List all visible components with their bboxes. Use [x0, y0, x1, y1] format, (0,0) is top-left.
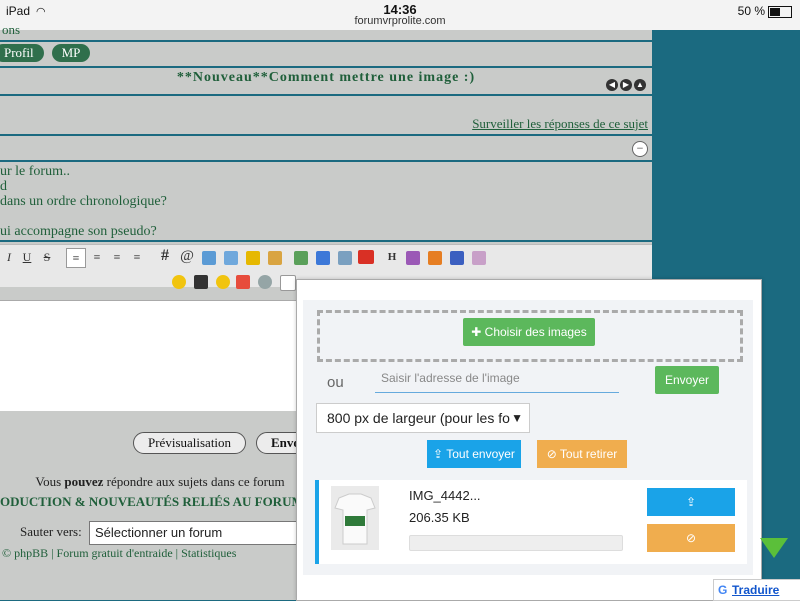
- file-item: IMG_4442... 206.35 KB ⇪ ⊘: [315, 480, 747, 564]
- clear-format-icon[interactable]: [472, 251, 486, 265]
- permission-info: Vous pouvez répondre aux sujets dans ce …: [35, 474, 285, 489]
- upload-file-button[interactable]: ⇪: [647, 488, 735, 516]
- profile-button[interactable]: Profil: [0, 44, 44, 62]
- font-size-icon[interactable]: [450, 251, 464, 265]
- heading-button[interactable]: H: [383, 248, 401, 266]
- divider: [0, 160, 652, 162]
- plus-icon: ✚: [471, 325, 485, 339]
- translate-button[interactable]: G Traduire: [713, 579, 800, 601]
- watch-topic-link[interactable]: Surveiller les réponses de ce sujet: [472, 116, 648, 132]
- size-select[interactable]: 800 px de largeur (pour les fo ▼: [316, 403, 530, 433]
- ban-icon: ⊘: [546, 447, 560, 461]
- upload-progress-bar: [409, 535, 623, 551]
- quote-icon[interactable]: [202, 251, 216, 265]
- italic-button[interactable]: I: [0, 248, 18, 266]
- upload-panel: ✚ Choisir des images ou Saisir l'adresse…: [303, 300, 753, 575]
- file-name: IMG_4442...: [409, 488, 481, 503]
- align-center-button[interactable]: ≡: [88, 248, 106, 266]
- prev-topic-icon[interactable]: ◀: [606, 79, 618, 91]
- calendar-icon[interactable]: [236, 275, 250, 289]
- flag-icon[interactable]: [194, 275, 208, 289]
- preview-button[interactable]: Prévisualisation: [133, 432, 247, 454]
- collapse-icon[interactable]: −: [632, 141, 648, 157]
- category-path[interactable]: ODUCTION & NOUVEAUTÉS RELIÉS AU FORUM :: [0, 494, 300, 510]
- cut-text: ons: [2, 22, 21, 37]
- next-topic-icon[interactable]: ▶: [620, 79, 632, 91]
- spoiler-icon[interactable]: [246, 251, 260, 265]
- address-bar-url[interactable]: forumvrprolite.com: [0, 15, 800, 27]
- link-icon[interactable]: [338, 251, 352, 265]
- topic-nav-icons: ◀ ▶ ▲: [604, 74, 646, 92]
- battery-icon: [768, 5, 792, 18]
- justify-button[interactable]: ≡: [128, 248, 146, 266]
- topic-title: **Nouveau**Comment mettre une image :): [176, 70, 476, 85]
- battery-label: 50 %: [737, 4, 765, 18]
- align-right-button[interactable]: ≡: [108, 248, 126, 266]
- message-line: ui accompagne son pseudo?: [0, 224, 157, 239]
- quoted-message: ur le forum.. d dans un ordre chronologi…: [0, 164, 652, 239]
- message-line: dans un ordre chronologique?: [0, 194, 167, 209]
- ban-icon: ⊘: [685, 531, 697, 545]
- host-image-icon[interactable]: [316, 251, 330, 265]
- divider: [0, 94, 652, 96]
- image-upload-dialog: ✚ Choisir des images ou Saisir l'adresse…: [296, 279, 800, 601]
- send-url-button[interactable]: Envoyer: [655, 366, 719, 394]
- footer-links[interactable]: © phpBB | Forum gratuit d'entraide | Sta…: [2, 546, 236, 561]
- jump-forum-select[interactable]: Sélectionner un forum: [89, 521, 306, 545]
- image-icon[interactable]: [294, 251, 308, 265]
- color-icon[interactable]: [428, 251, 442, 265]
- image-url-input[interactable]: Saisir l'adresse de l'image: [375, 364, 619, 393]
- remove-file-button[interactable]: ⊘: [647, 524, 735, 552]
- hide-icon[interactable]: [268, 251, 282, 265]
- upload-icon: ⇪: [685, 495, 697, 509]
- or-label: ou: [327, 374, 344, 391]
- pm-button[interactable]: MP: [51, 44, 91, 62]
- document-icon[interactable]: [280, 275, 296, 291]
- divider: [0, 66, 652, 68]
- shirt-thumbnail-icon: [331, 486, 379, 550]
- hashtag-button[interactable]: #: [156, 247, 174, 265]
- top-icon[interactable]: ▲: [634, 79, 646, 91]
- google-icon: G: [718, 583, 728, 597]
- strike-button[interactable]: S: [38, 248, 56, 266]
- divider: [0, 134, 652, 136]
- underline-button[interactable]: U: [18, 248, 36, 266]
- send-all-button[interactable]: ⇪ Tout envoyer: [427, 440, 521, 468]
- file-size: 206.35 KB: [409, 510, 470, 525]
- file-thumbnail: [331, 486, 379, 550]
- ios-status-bar: iPad ◠ 14:36 forumvrprolite.com 50 %: [0, 0, 800, 30]
- code-icon[interactable]: [224, 251, 238, 265]
- align-left-button[interactable]: ≡: [66, 248, 86, 268]
- mention-button[interactable]: @: [178, 247, 196, 265]
- divider: [0, 240, 652, 242]
- font-icon[interactable]: [406, 251, 420, 265]
- emoji-icon[interactable]: [216, 275, 230, 289]
- message-line: d: [0, 179, 7, 194]
- caret-down-icon: ▼: [511, 411, 523, 425]
- youtube-icon[interactable]: [358, 250, 374, 264]
- message-line: ur le forum..: [0, 164, 70, 179]
- upload-icon: ⇪: [433, 447, 447, 461]
- clock-icon[interactable]: [258, 275, 272, 289]
- choose-images-button[interactable]: ✚ Choisir des images: [463, 318, 595, 346]
- jump-label: Sauter vers:: [20, 524, 82, 539]
- smiley-icon[interactable]: [172, 275, 186, 289]
- divider: [0, 40, 652, 42]
- scroll-down-icon[interactable]: [760, 538, 788, 558]
- remove-all-button[interactable]: ⊘ Tout retirer: [537, 440, 627, 468]
